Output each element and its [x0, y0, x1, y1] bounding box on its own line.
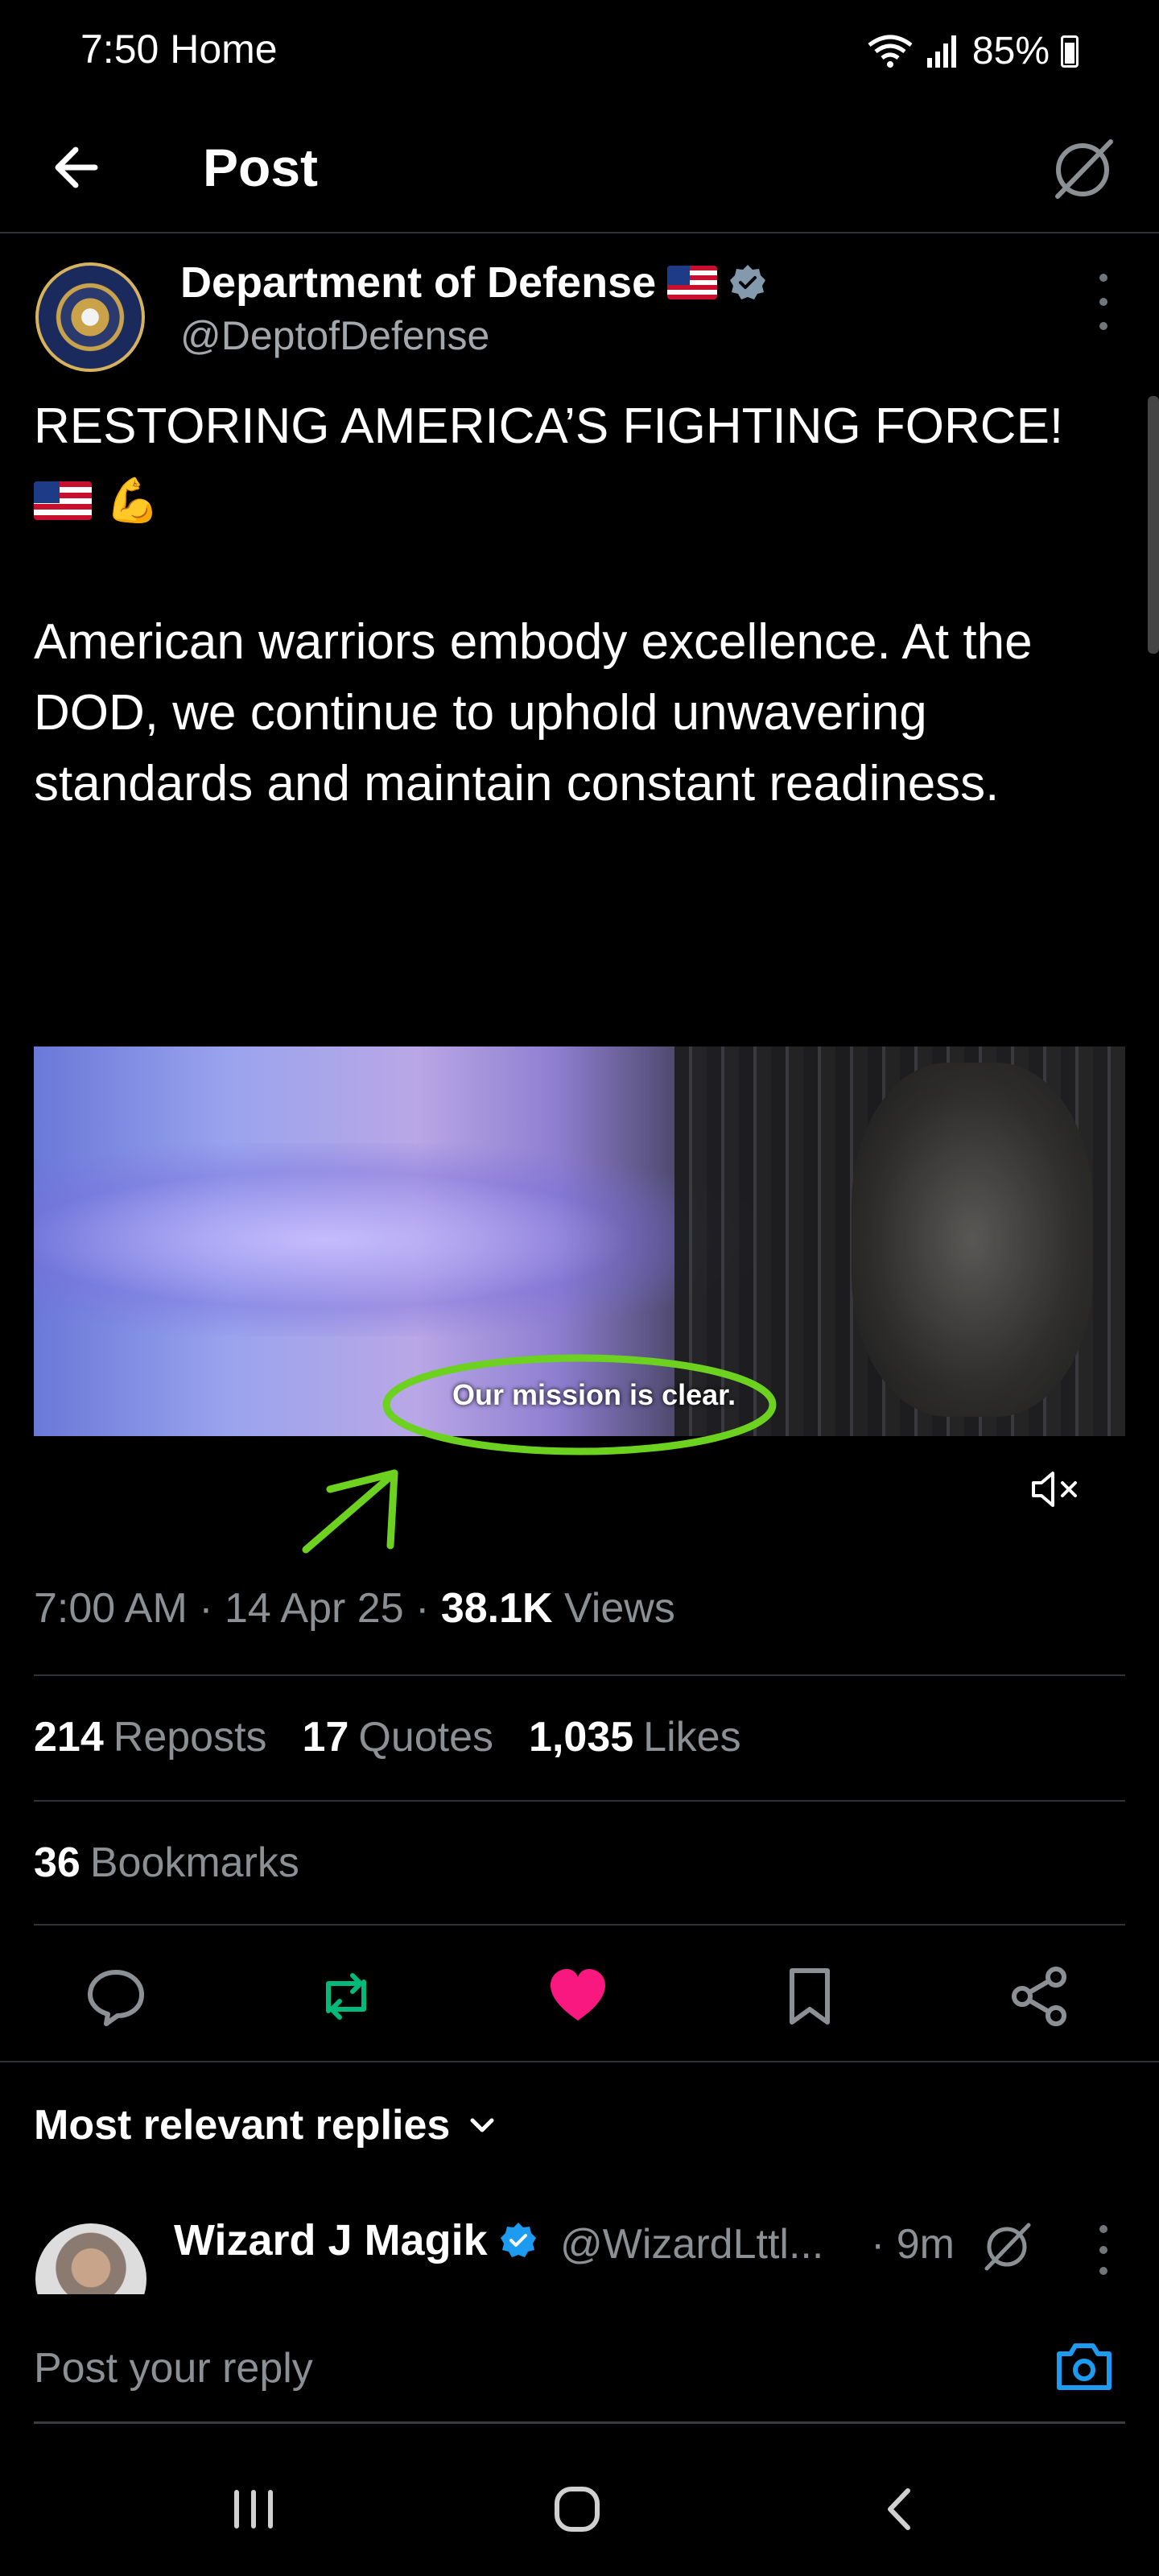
nav-back-icon[interactable]	[872, 2481, 929, 2537]
page-title: Post	[203, 138, 319, 197]
bookmarks-row: 36 Bookmarks	[34, 1839, 299, 1887]
back-arrow-icon[interactable]	[48, 135, 113, 200]
post-text: RESTORING AMERICA’S FIGHTING FORCE! 💪 Am…	[34, 391, 1136, 819]
bookmarks-stat[interactable]: 36 Bookmarks	[34, 1839, 299, 1887]
views-label: Views	[552, 1585, 675, 1632]
engagement-stats: 214 Reposts 17 Quotes 1,035 Likes	[34, 1713, 741, 1761]
quotes-stat[interactable]: 17 Quotes	[303, 1713, 494, 1761]
post-detail-page: 7:50 Home 85% Post Department of Defense…	[0, 0, 1159, 2576]
seal-emblem	[66, 293, 114, 341]
divider	[34, 1800, 1125, 1802]
reply-author-handle[interactable]: @WizardLttl...	[560, 2220, 823, 2268]
divider	[34, 1924, 1125, 1926]
mute-icon[interactable]	[1027, 1467, 1083, 1512]
reply-author-name: Wizard J Magik	[174, 2216, 488, 2264]
scrollbar[interactable]	[1148, 396, 1159, 654]
share-icon[interactable]	[1008, 1964, 1072, 2029]
author-name: Department of Defense	[180, 258, 657, 307]
battery-icon	[1061, 35, 1079, 68]
status-indicators: 85%	[866, 29, 1079, 73]
reposts-stat[interactable]: 214 Reposts	[34, 1713, 267, 1761]
divider	[34, 1674, 1125, 1676]
battery-percent: 85%	[971, 30, 1050, 72]
reply-icon[interactable]	[84, 1964, 148, 2029]
like-icon[interactable]	[546, 1964, 610, 2029]
replies-sort-label: Most relevant replies	[34, 2102, 451, 2149]
reply-composer: Post your reply	[0, 2294, 1159, 2424]
signal-icon	[926, 35, 956, 68]
post-meta: 7:00 AM · 14 Apr 25 · 38.1K Views	[34, 1584, 675, 1633]
bookmark-icon[interactable]	[777, 1964, 842, 2029]
replies-sort-selector[interactable]: Most relevant replies	[34, 2101, 498, 2149]
verified-badge-icon	[500, 2223, 536, 2257]
post-headline: RESTORING AMERICA’S FIGHTING FORCE! 💪	[34, 391, 1136, 536]
chevron-down-icon	[470, 2118, 494, 2132]
views-count: 38.1K	[440, 1585, 553, 1632]
grok-icon[interactable]	[979, 2219, 1035, 2275]
verified-badge-icon	[730, 265, 766, 299]
camera-icon[interactable]	[1054, 2341, 1114, 2392]
likes-stat[interactable]: 1,035 Likes	[529, 1713, 741, 1761]
wifi-icon	[868, 35, 913, 68]
flexed-biceps-emoji-icon: 💪	[105, 476, 160, 525]
author-handle[interactable]: @DeptofDefense	[180, 312, 489, 359]
recents-icon[interactable]	[225, 2481, 282, 2537]
status-bar: 7:50 Home 85%	[0, 0, 1159, 105]
repost-icon[interactable]	[314, 1964, 378, 2029]
navigation-bar	[0, 2439, 1159, 2576]
reply-time: · 9m	[871, 2221, 955, 2268]
author-name-row[interactable]: Department of Defense	[180, 258, 767, 308]
post-body: American warriors embody excellence. At …	[34, 613, 1033, 811]
us-flag-icon	[667, 266, 718, 299]
reply-input[interactable]: Post your reply	[34, 2344, 313, 2392]
green-annotation-circle-arrow	[302, 1354, 777, 1554]
top-bar: Post	[0, 113, 1159, 233]
status-time: 7:50 Home	[80, 27, 278, 72]
grok-icon[interactable]	[1046, 134, 1119, 206]
more-options-button[interactable]	[1091, 274, 1116, 330]
author-avatar[interactable]	[35, 262, 145, 372]
us-flag-emoji-icon	[34, 481, 92, 520]
action-bar	[0, 1948, 1159, 2045]
home-icon[interactable]	[549, 2481, 605, 2537]
reply-more-options-button[interactable]	[1091, 2225, 1116, 2275]
post-timestamp: 7:00 AM · 14 Apr 25 ·	[34, 1585, 441, 1632]
reply-author-row[interactable]: Wizard J Magik	[174, 2215, 538, 2265]
composer-divider	[34, 2421, 1125, 2424]
divider	[0, 2061, 1159, 2062]
